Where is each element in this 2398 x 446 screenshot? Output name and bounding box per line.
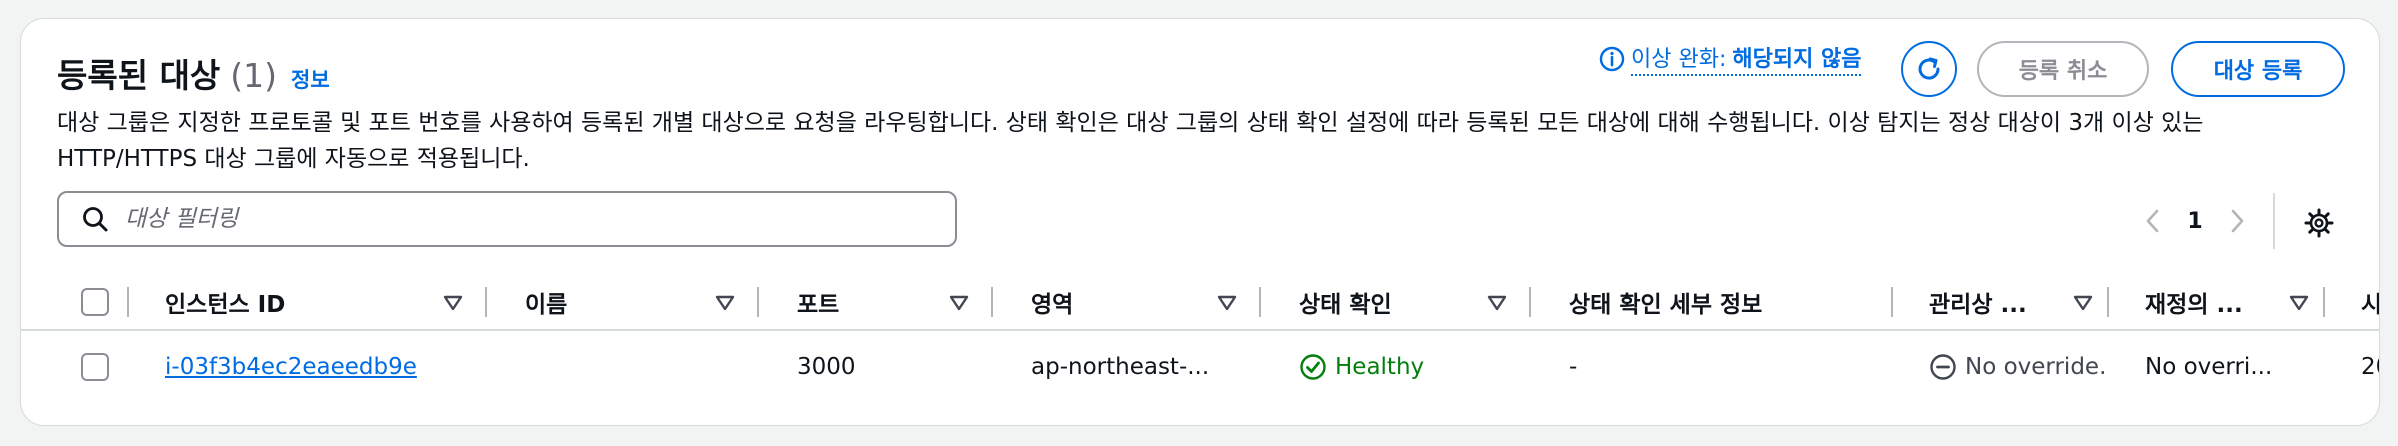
success-check-icon: [1300, 354, 1326, 380]
column-header-name[interactable]: 이름: [525, 273, 567, 331]
cell-instance-id: i-03f3b4ec2eaeedb9e: [165, 331, 417, 403]
column-header-health-status[interactable]: 상태 확인: [1299, 273, 1392, 331]
anomaly-mitigation-value: 해당되지 않음: [1732, 47, 1862, 72]
column-divider: [991, 287, 993, 317]
column-header-zone[interactable]: 영역: [1031, 273, 1073, 331]
filter-input[interactable]: [125, 206, 925, 232]
target-filter[interactable]: [57, 191, 957, 247]
next-page-button[interactable]: [2217, 207, 2257, 235]
register-targets-button[interactable]: 대상 등록: [2171, 41, 2345, 97]
pagination: 1: [2133, 199, 2257, 243]
table-header: 인스턴스 ID 이름 포트 영역 상태 확인 상태 확인 세부 정보 관리상 .…: [21, 273, 2379, 331]
chevron-left-icon: [2146, 209, 2159, 233]
sort-down-icon[interactable]: [2073, 295, 2093, 311]
sort-down-icon[interactable]: [2289, 295, 2309, 311]
cell-port: 3000: [797, 354, 856, 380]
column-label: 상태 확인 세부 정보: [1569, 292, 1763, 318]
admin-override-text: No override.: [1965, 354, 2107, 380]
chevron-right-icon: [2231, 209, 2244, 233]
instance-id-link[interactable]: i-03f3b4ec2eaeedb9e: [165, 354, 417, 380]
pagination-divider: [2273, 193, 2275, 249]
cell-launch: 20: [2361, 354, 2379, 380]
panel-header: 등록된 대상 (1) 정보: [57, 49, 330, 97]
row-select-checkbox[interactable]: [81, 353, 109, 381]
anomaly-mitigation-label: 이상 완화:: [1631, 47, 1727, 72]
column-divider: [127, 287, 129, 317]
refresh-icon: [1918, 57, 1940, 80]
column-label: 재정의 ...: [2145, 292, 2243, 318]
column-label: 이름: [525, 292, 568, 318]
target-count: (1): [230, 56, 278, 95]
sort-down-icon[interactable]: [443, 295, 463, 311]
search-icon: [83, 207, 108, 232]
info-icon: [1599, 46, 1625, 71]
column-header-health-details[interactable]: 상태 확인 세부 정보: [1569, 273, 1762, 331]
panel-description: 대상 그룹은 지정한 프로토콜 및 포트 번호를 사용하여 등록된 개별 대상으…: [57, 110, 2204, 172]
column-divider: [2323, 287, 2325, 317]
minus-circle-icon: [1930, 354, 1956, 380]
health-status-text: Healthy: [1335, 354, 1425, 380]
column-divider: [1259, 287, 1261, 317]
column-label: 인스턴스 ID: [165, 292, 286, 318]
column-label: 관리상 ...: [1929, 292, 2027, 318]
column-header-instance-id[interactable]: 인스턴스 ID: [165, 273, 285, 331]
table-row[interactable]: i-03f3b4ec2eaeedb9e 3000 ap-northeast-..…: [21, 331, 2379, 403]
sort-down-icon[interactable]: [949, 295, 969, 311]
column-divider: [1891, 287, 1893, 317]
sort-down-icon[interactable]: [715, 295, 735, 311]
refresh-button[interactable]: [1901, 41, 1957, 97]
sort-down-icon[interactable]: [1487, 295, 1507, 311]
current-page[interactable]: 1: [2173, 209, 2217, 234]
table-preferences-button[interactable]: [2299, 203, 2339, 243]
cell-zone: ap-northeast-...: [1031, 354, 1210, 380]
column-header-launch[interactable]: 시: [2361, 273, 2379, 331]
settings-gear-icon: [2304, 208, 2334, 238]
registered-targets-panel: 등록된 대상 (1) 정보 이상 완화: 해당되지 않음 등록 취소 대상 등록 …: [20, 18, 2380, 426]
column-divider: [1529, 287, 1531, 317]
cell-override: No overri...: [2145, 354, 2273, 380]
column-label: 상태 확인: [1299, 292, 1392, 318]
column-divider: [757, 287, 759, 317]
column-header-override[interactable]: 재정의 ...: [2145, 273, 2243, 331]
column-header-admin-override[interactable]: 관리상 ...: [1929, 273, 2027, 331]
cell-admin-override: No override.: [1929, 331, 2106, 403]
column-label: 영역: [1031, 292, 1074, 318]
select-all-checkbox[interactable]: [81, 288, 109, 316]
panel-title: 등록된 대상: [57, 56, 221, 95]
column-divider: [485, 287, 487, 317]
sort-down-icon[interactable]: [1217, 295, 1237, 311]
cell-health-details: -: [1569, 354, 1578, 380]
deregister-button[interactable]: 등록 취소: [1977, 41, 2149, 97]
column-label: 포트: [797, 292, 840, 318]
column-divider: [2107, 287, 2109, 317]
previous-page-button[interactable]: [2133, 207, 2173, 235]
column-label: 시: [2361, 285, 2379, 319]
column-header-port[interactable]: 포트: [797, 273, 839, 331]
anomaly-mitigation-popover[interactable]: 이상 완화: 해당되지 않음: [1599, 41, 1862, 76]
info-link[interactable]: 정보: [291, 64, 330, 94]
cell-health-status: Healthy: [1299, 331, 1424, 403]
